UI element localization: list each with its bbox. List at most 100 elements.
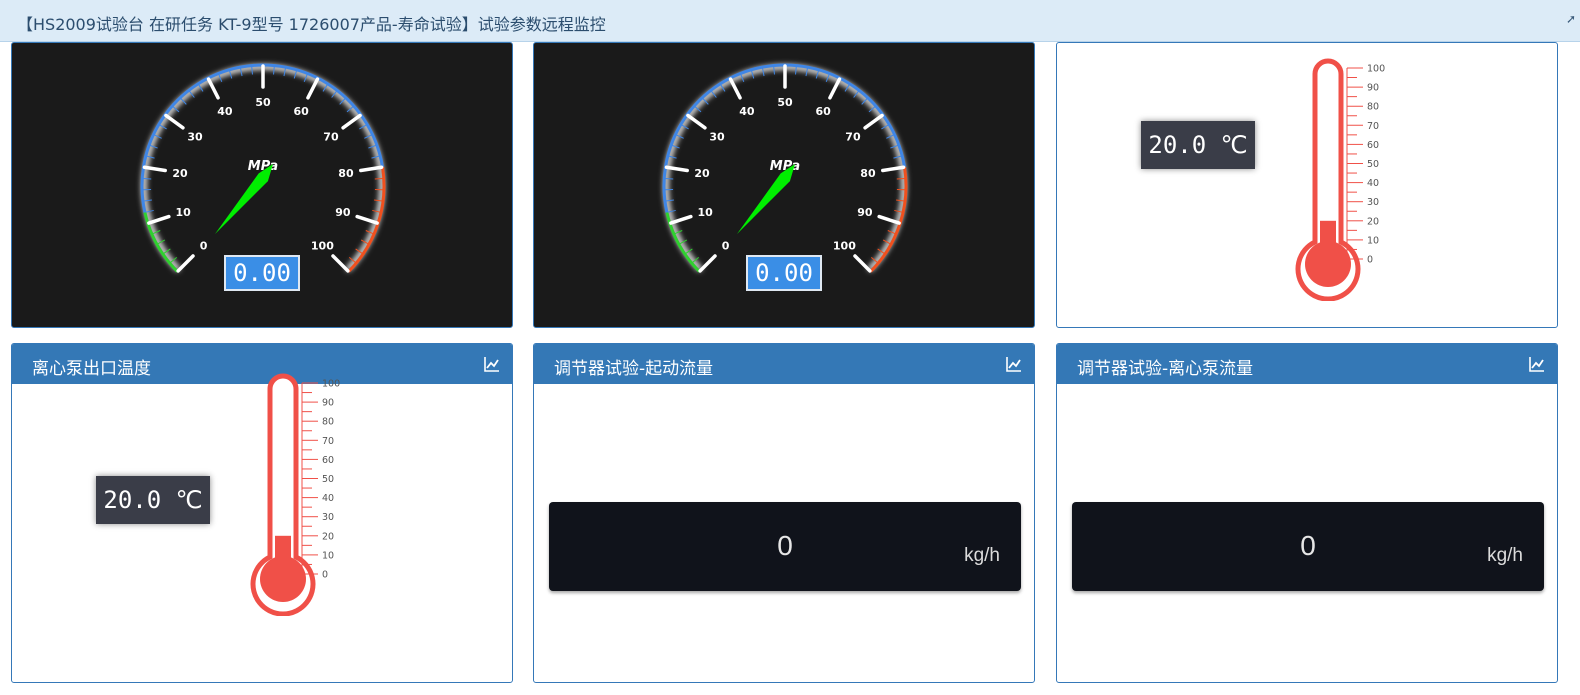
flow-unit: kg/h — [964, 545, 1000, 566]
thermometer-scale-label: 0 — [1367, 255, 1373, 266]
gauge-major-tick — [176, 254, 195, 273]
gauge-tick-label: 10 — [697, 206, 713, 219]
gauge-major-tick — [669, 214, 693, 225]
flow-display: 0 kg/h — [549, 502, 1021, 591]
thermometer-scale-label: 80 — [1367, 102, 1379, 113]
thermometer-scale-label: 100 — [1367, 64, 1385, 75]
thermometer-mercury — [1320, 220, 1336, 264]
gauge-tick-label: 20 — [172, 167, 188, 180]
gauge-major-tick — [341, 113, 362, 130]
gauge-readout: 0.00 — [746, 255, 822, 291]
window-title: 【HS2009试验台 在研任务 KT-9型号 1726007产品-寿命试验】试验… — [17, 15, 606, 34]
flow-panel-pump: 调节器试验-离心泵流量 0 kg/h — [1056, 343, 1558, 683]
gauge-major-tick — [331, 254, 350, 273]
gauge-major-tick — [355, 214, 379, 225]
gauge-tick-label: 70 — [845, 131, 861, 144]
gauge-major-tick — [142, 165, 167, 173]
gauge-tick-label: 50 — [255, 96, 271, 109]
gauge-tick-label: 30 — [709, 131, 725, 144]
thermometer-scale-label: 20 — [1367, 216, 1379, 227]
thermometer: 1009080706050403020100 — [250, 373, 340, 616]
gauge-tick-label: 100 — [833, 239, 856, 252]
gauge-major-tick — [698, 254, 717, 273]
panel-title: 调节器试验-起动流量 — [554, 359, 714, 379]
panel-header: 调节器试验-离心泵流量 — [1057, 344, 1557, 384]
gauge-readout: 0.00 — [224, 255, 300, 291]
thermometer-scale-label: 20 — [322, 531, 334, 542]
gauge-needle — [214, 164, 273, 235]
pressure-gauge-panel-1: 0 10 20 30 40 50 60 70 80 90 100 MPa 0.00 — [11, 42, 513, 328]
temperature-panel-2: 离心泵出口温度 100 90 80 70 60 50 40 30 20 10 0 20.0 ℃ — [11, 343, 513, 683]
pressure-gauge-panel-2: 0 10 20 30 40 50 60 70 80 90 100 MPa 0.00 — [533, 42, 1035, 328]
gauge-tick-label: 10 — [175, 206, 191, 219]
thermometer-scale-label: 100 — [322, 379, 340, 390]
gauge-minor-tick — [374, 177, 383, 180]
line-chart-icon[interactable] — [1529, 356, 1545, 372]
gauge-minor-tick — [665, 177, 674, 180]
gauge-major-tick — [728, 77, 742, 100]
thermometer-scale-label: 90 — [322, 398, 334, 409]
gauge-minor-tick — [896, 177, 905, 180]
window-titlebar: 【HS2009试验台 在研任务 KT-9型号 1726007产品-寿命试验】试验… — [0, 0, 1580, 42]
line-chart-icon[interactable] — [484, 356, 500, 372]
gauge-major-tick — [853, 254, 872, 273]
thermometer-scale-label: 40 — [1367, 178, 1379, 189]
gauge-major-tick — [664, 165, 689, 173]
flow-value: 0 — [777, 530, 793, 561]
flow-unit: kg/h — [1487, 545, 1523, 566]
thermometer-scale-label: 30 — [322, 512, 334, 523]
thermometer-scale-label: 40 — [322, 493, 334, 504]
thermometer-scale-label: 50 — [1367, 159, 1379, 170]
panel-title: 离心泵出口温度 — [32, 359, 151, 379]
thermometer-scale-label: 70 — [322, 436, 334, 447]
thermometer-scale-label: 30 — [1367, 197, 1379, 208]
gauge-tick-label: 80 — [860, 167, 876, 180]
gauge-major-tick — [828, 77, 842, 100]
gauge-tick-label: 90 — [857, 206, 873, 219]
gauge-tick-label: 50 — [777, 96, 793, 109]
gauge-major-tick — [306, 77, 320, 100]
thermometer-mercury — [275, 535, 291, 579]
temperature-readout: 20.0 ℃ — [96, 476, 210, 524]
gauge-tick-label: 80 — [338, 167, 354, 180]
gauge-major-tick — [147, 214, 171, 225]
gauge-tick-label: 70 — [323, 131, 339, 144]
gauge-tick-label: 60 — [815, 105, 831, 118]
thermometer-scale-label: 90 — [1367, 83, 1379, 94]
line-chart-icon[interactable] — [1006, 356, 1022, 372]
gauge-major-tick — [881, 165, 906, 173]
gauge-tick-label: 90 — [335, 206, 351, 219]
thermometer-scale-label: 60 — [1367, 140, 1379, 151]
gauge-tick-label: 60 — [293, 105, 309, 118]
temperature-panel-1: 100 90 80 70 60 50 40 30 20 10 0 20.0 ℃ — [1056, 42, 1558, 328]
gauge-tick-label: 0 — [722, 239, 730, 252]
flow-value: 0 — [1300, 530, 1316, 561]
thermometer-scale-label: 10 — [322, 550, 334, 561]
thermometer-scale-label: 60 — [322, 455, 334, 466]
gauge-major-tick — [359, 165, 384, 173]
gauge-major-tick — [206, 77, 220, 100]
thermometer-scale-label: 70 — [1367, 121, 1379, 132]
thermometer-scale-label: 80 — [322, 417, 334, 428]
gauge-tick-label: 30 — [187, 131, 203, 144]
thermometer-scale-label: 0 — [322, 570, 328, 581]
gauge-major-tick — [877, 214, 901, 225]
thermometer-scale-label: 10 — [1367, 235, 1379, 246]
thermometer: 1009080706050403020100 — [1295, 58, 1385, 301]
gauge-minor-tick — [143, 177, 152, 180]
temperature-readout: 20.0 ℃ — [1141, 121, 1255, 169]
pin-icon[interactable]: ➚ — [1566, 12, 1576, 26]
gauge-major-tick — [686, 113, 707, 130]
panel-title: 调节器试验-离心泵流量 — [1077, 359, 1254, 379]
gauge-tick-label: 100 — [311, 239, 334, 252]
flow-display: 0 kg/h — [1072, 502, 1544, 591]
gauge-major-tick — [164, 113, 185, 130]
gauge-tick-label: 40 — [217, 105, 233, 118]
flow-panel-start: 调节器试验-起动流量 0 kg/h — [533, 343, 1035, 683]
panel-header: 调节器试验-起动流量 — [534, 344, 1034, 384]
gauge-major-tick — [863, 113, 884, 130]
gauge-tick-label: 0 — [200, 239, 208, 252]
gauge-needle — [736, 164, 795, 235]
gauge-tick-label: 20 — [694, 167, 710, 180]
gauge-tick-label: 40 — [739, 105, 755, 118]
